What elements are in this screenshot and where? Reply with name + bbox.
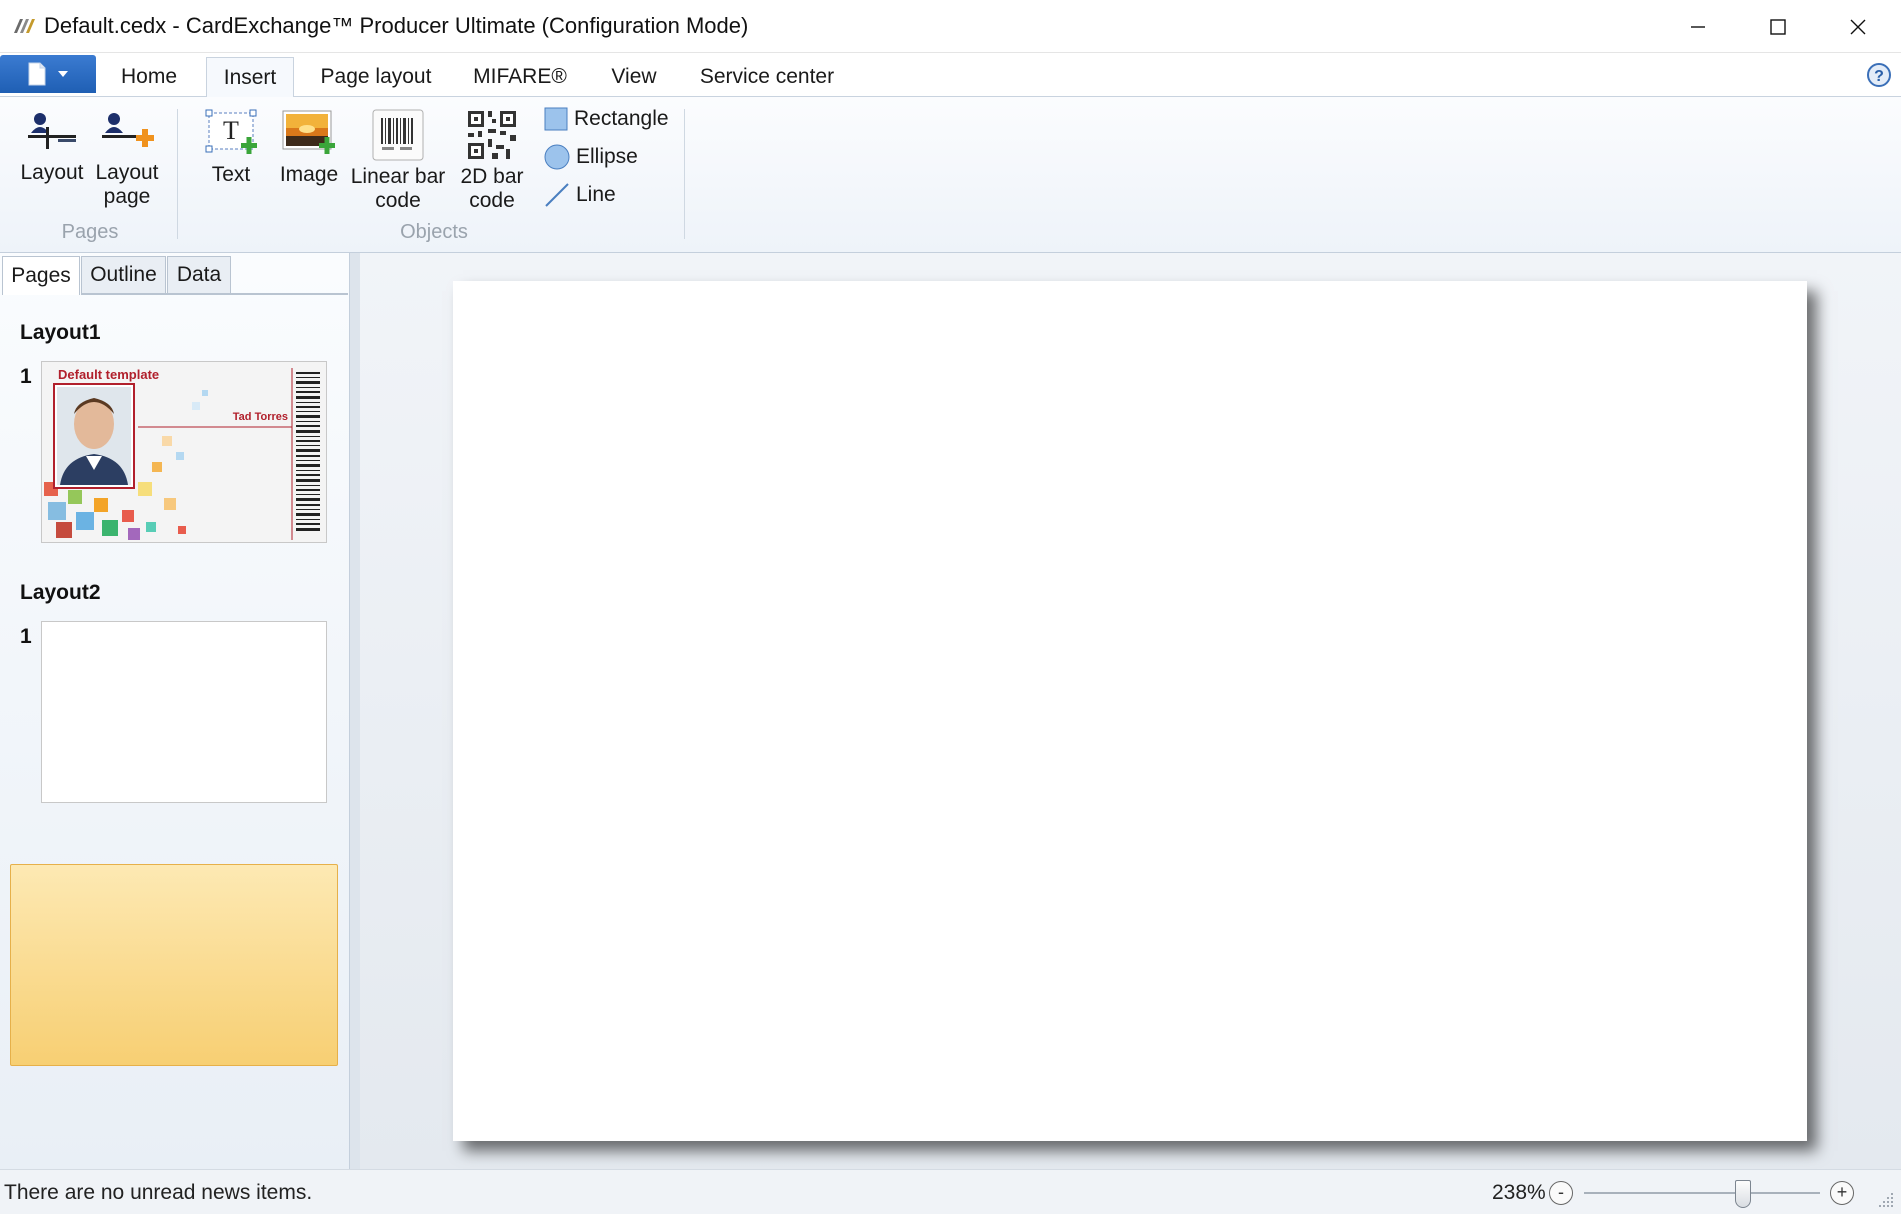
file-menu-button[interactable]: [0, 55, 96, 93]
page-number: 1: [20, 625, 32, 648]
layout-title: Layout2: [20, 581, 101, 604]
rectangle-label: Rectangle: [574, 107, 669, 130]
svg-text:T: T: [223, 116, 239, 145]
insert-layout-button[interactable]: Layout: [14, 109, 90, 185]
tab-view[interactable]: View: [596, 57, 672, 97]
maximize-icon: [1770, 18, 1786, 35]
svg-text:?: ?: [1874, 68, 1884, 85]
2d-barcode-label: 2D bar code: [460, 165, 524, 212]
panel-splitter[interactable]: [350, 253, 360, 1169]
zoom-slider-track[interactable]: [1584, 1192, 1820, 1194]
insert-line-button[interactable]: Line: [544, 179, 616, 211]
tab-service-center[interactable]: Service center: [692, 57, 842, 97]
zoom-slider-thumb[interactable]: [1735, 1180, 1751, 1208]
text-label: Text: [211, 163, 251, 186]
ellipse-icon: [544, 144, 570, 170]
layout-title: Layout1: [20, 321, 101, 344]
title-bar: Default.cedx - CardExchange™ Producer Ul…: [0, 0, 1901, 53]
image-insert-icon: [282, 110, 335, 154]
news-status-text: There are no unread news items.: [4, 1181, 313, 1204]
help-icon[interactable]: ?: [1866, 62, 1892, 88]
pages-group-label: Pages: [61, 221, 119, 243]
image-label: Image: [279, 163, 339, 186]
linear-barcode-label: Linear bar code: [350, 165, 446, 212]
close-button[interactable]: [1818, 0, 1898, 53]
chevron-down-icon: [58, 71, 68, 77]
design-canvas[interactable]: [360, 253, 1901, 1169]
panel-tab-border: [81, 293, 348, 295]
insert-2d-barcode-button[interactable]: 2D bar code: [452, 109, 532, 213]
tab-mifare[interactable]: MIFARE®: [464, 57, 576, 97]
tab-data[interactable]: Data: [167, 256, 231, 294]
selected-page-item[interactable]: [10, 864, 338, 1066]
window-title: Default.cedx - CardExchange™ Producer Ul…: [44, 13, 749, 38]
qr-code-icon: [468, 111, 516, 159]
insert-ellipse-button[interactable]: Ellipse: [544, 141, 638, 173]
ribbon-insert-panel: Layout Layout page Pages T Text Image Li…: [0, 97, 1901, 253]
tab-home[interactable]: Home: [108, 57, 190, 97]
line-icon: [545, 183, 569, 207]
app-logo-icon: [14, 19, 35, 33]
zoom-level: 238%: [1492, 1181, 1546, 1204]
rectangle-icon: [544, 107, 568, 131]
insert-text-button[interactable]: T Text: [196, 109, 266, 187]
ribbon-separator: [177, 109, 178, 239]
tab-outline[interactable]: Outline: [81, 256, 166, 294]
status-bar: There are no unread news items. 238% - +: [0, 1169, 1901, 1214]
resize-grip-icon[interactable]: [1874, 1188, 1896, 1210]
layout-icon: [28, 113, 76, 149]
line-label: Line: [576, 183, 616, 206]
tab-insert[interactable]: Insert: [206, 57, 294, 98]
page-thumbnail[interactable]: [41, 621, 327, 803]
close-icon: [1850, 19, 1866, 34]
zoom-in-button[interactable]: +: [1830, 1181, 1854, 1205]
maximize-button[interactable]: [1738, 0, 1818, 53]
thumb-title: Default template: [58, 367, 159, 382]
text-insert-icon: T: [205, 109, 257, 154]
insert-image-button[interactable]: Image: [272, 109, 346, 187]
objects-group-label: Objects: [400, 221, 468, 243]
tab-pages[interactable]: Pages: [2, 256, 80, 295]
card-template-preview: Default template Tad Torres: [42, 362, 326, 542]
insert-layout-page-button[interactable]: Layout page: [90, 109, 164, 209]
page-thumbnail[interactable]: Default template Tad Torres: [41, 361, 327, 543]
pages-panel: Pages Outline Data Layout1 1 Default tem…: [0, 253, 350, 1169]
card-page[interactable]: [453, 281, 1807, 1141]
insert-rectangle-button[interactable]: Rectangle: [544, 103, 669, 135]
minimize-button[interactable]: [1658, 0, 1738, 53]
page-number: 1: [20, 365, 32, 388]
layout-page-label: Layout page: [95, 161, 159, 208]
ribbon-separator: [684, 109, 685, 239]
insert-linear-barcode-button[interactable]: Linear bar code: [348, 109, 448, 213]
minimize-icon: [1691, 25, 1705, 28]
linear-barcode-icon: [372, 109, 424, 161]
layout-label: Layout: [20, 161, 84, 184]
document-icon: [28, 62, 46, 86]
layout-page-icon: [102, 113, 154, 147]
thumb-name: Tad Torres: [233, 411, 288, 423]
tab-page-layout[interactable]: Page layout: [310, 57, 442, 97]
ellipse-label: Ellipse: [576, 145, 638, 168]
ribbon-tab-row: Home Insert Page layout MIFARE® View Ser…: [0, 53, 1901, 98]
zoom-out-button[interactable]: -: [1549, 1181, 1573, 1205]
